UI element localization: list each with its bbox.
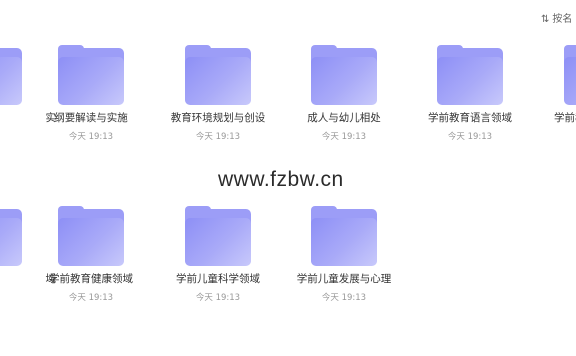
- folder-date: 今天 19:13: [321, 132, 367, 142]
- folder-icon: [58, 45, 124, 105]
- folder-date: 今天 19:13: [68, 293, 114, 303]
- folder-date: 今天 19:13: [447, 132, 493, 142]
- sort-button[interactable]: ⇅ 按名: [541, 10, 572, 25]
- folder-icon: [185, 45, 251, 105]
- folder-icon: [185, 206, 251, 266]
- folder-name: 学前教育语言领域: [428, 112, 512, 124]
- folder-icon: [311, 45, 377, 105]
- folder-item[interactable]: 学前儿童发展与心理 今天 19:13: [285, 206, 403, 303]
- folder-name: 学前教: [554, 112, 576, 124]
- sort-label: 按名: [552, 14, 573, 25]
- folder-icon: [437, 45, 503, 105]
- folder-date: 今天 19:13: [195, 132, 241, 142]
- folder-icon: [564, 45, 576, 105]
- folder-date: 今天 19:13: [195, 293, 241, 303]
- folder-name: 成人与幼儿相处: [307, 112, 381, 124]
- folder-name: 纲要解读与实施: [54, 112, 128, 124]
- folder-item[interactable]: 学前教育语言领域 今天 19:13: [411, 45, 529, 142]
- folder-item[interactable]: 学前教育健康领域 今天 19:13: [32, 206, 150, 303]
- folder-date: 今天 19:13: [321, 293, 367, 303]
- folder-name: 学前儿童发展与心理: [296, 273, 392, 285]
- watermark-text: www.fzbw.cn: [218, 168, 344, 191]
- folder-name: 学前儿童科学领域: [176, 273, 260, 285]
- folder-item[interactable]: 成人与幼儿相处 今天 19:13: [285, 45, 403, 142]
- folder-icon: [0, 206, 22, 266]
- sort-icon: ⇅: [541, 14, 550, 25]
- folder-item[interactable]: 学前儿童科学领域 今天 19:13: [159, 206, 277, 303]
- folder-name: 学前教育健康领域: [49, 273, 133, 285]
- folder-item[interactable]: 纲要解读与实施 今天 19:13: [32, 45, 150, 142]
- folder-icon: [0, 45, 22, 105]
- folder-item[interactable]: 教育环境规划与创设 今天 19:13: [159, 45, 277, 142]
- folder-icon: [58, 206, 124, 266]
- folder-date: 今天 19:13: [68, 132, 114, 142]
- folder-item[interactable]: 学前教: [538, 45, 576, 130]
- folder-icon: [311, 206, 377, 266]
- folder-name: 教育环境规划与创设: [170, 112, 266, 124]
